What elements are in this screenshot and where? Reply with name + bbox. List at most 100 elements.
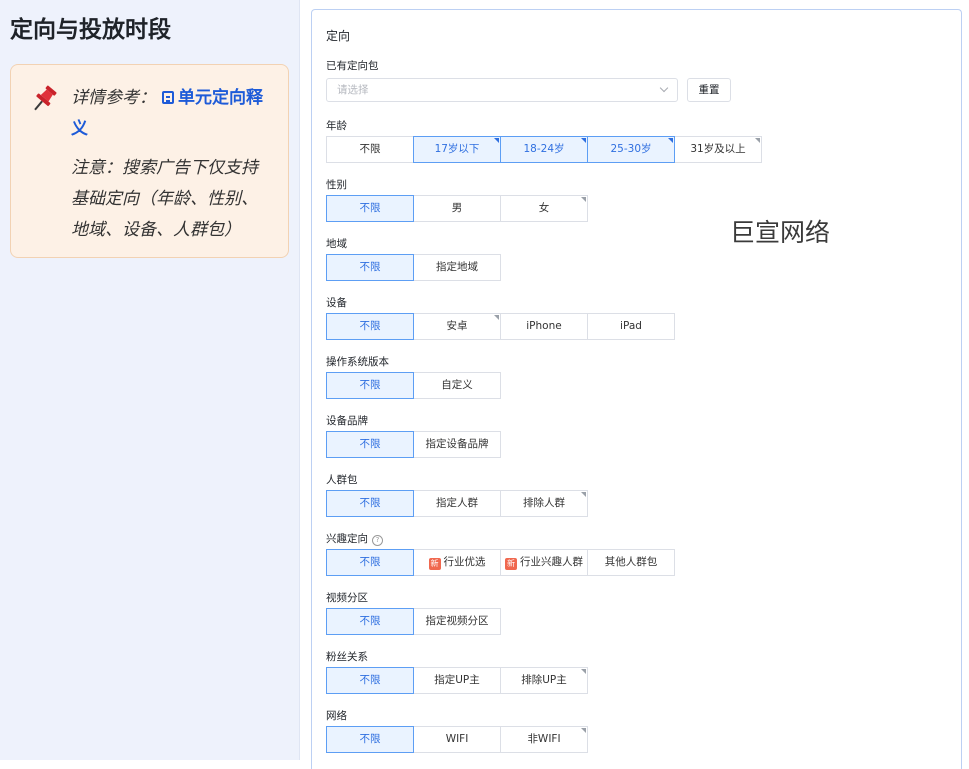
group-label-text: 性别 bbox=[326, 179, 347, 191]
option-button[interactable]: 不限 bbox=[326, 195, 414, 222]
option-button[interactable]: 31岁及以上 bbox=[674, 136, 762, 163]
option-button[interactable]: 指定地域 bbox=[413, 254, 501, 281]
option-button[interactable]: WIFI bbox=[413, 726, 501, 753]
group-label: 年龄 bbox=[326, 118, 347, 133]
option-group: 不限 指定设备品牌 bbox=[326, 431, 501, 458]
option-label: 指定视频分区 bbox=[425, 615, 489, 627]
option-label: 31岁及以上 bbox=[690, 143, 746, 155]
doc-icon bbox=[162, 91, 174, 104]
option-button[interactable]: 男 bbox=[413, 195, 501, 222]
option-button[interactable]: 不限 bbox=[326, 608, 414, 635]
selection-corner-icon bbox=[755, 138, 760, 143]
option-label: 不限 bbox=[359, 143, 381, 155]
left-pane: 定向与投放时段 详情参考： 单元定向释义 注意：搜索广告下仅支持基础定向（年龄、性… bbox=[0, 0, 300, 760]
option-button[interactable]: 排除UP主 bbox=[500, 667, 588, 694]
group-label-text: 年龄 bbox=[326, 120, 347, 132]
option-label: 不限 bbox=[359, 615, 381, 627]
option-group: 不限 男 女 bbox=[326, 195, 588, 222]
package-select[interactable]: 请选择 bbox=[326, 78, 678, 102]
option-label: 自定义 bbox=[441, 379, 473, 391]
option-label: 指定地域 bbox=[436, 261, 478, 273]
option-label: 排除UP主 bbox=[521, 674, 567, 686]
group-label-text: 地域 bbox=[326, 238, 347, 250]
option-button[interactable]: 指定视频分区 bbox=[413, 608, 501, 635]
selection-corner-icon bbox=[494, 315, 499, 320]
option-label: 25-30岁 bbox=[610, 143, 652, 155]
option-label: 不限 bbox=[359, 202, 381, 214]
option-button[interactable]: 女 bbox=[500, 195, 588, 222]
selection-corner-icon bbox=[494, 138, 499, 143]
option-label: 排除人群 bbox=[523, 497, 565, 509]
option-button[interactable]: 不限 bbox=[326, 667, 414, 694]
package-select-placeholder: 请选择 bbox=[337, 84, 369, 96]
group-label-text: 粉丝关系 bbox=[326, 651, 368, 663]
selection-corner-icon bbox=[581, 138, 586, 143]
chevron-down-icon bbox=[659, 83, 669, 93]
pin-icon bbox=[34, 85, 57, 111]
option-button[interactable]: 18-24岁 bbox=[500, 136, 588, 163]
group-label: 地域 bbox=[326, 236, 347, 251]
option-label: iPhone bbox=[526, 320, 562, 332]
option-button[interactable]: 17岁以下 bbox=[413, 136, 501, 163]
option-label: 女 bbox=[538, 202, 550, 214]
option-button[interactable]: iPad bbox=[587, 313, 675, 340]
selection-corner-icon bbox=[581, 197, 586, 202]
option-label: iPad bbox=[620, 320, 642, 332]
option-group: 不限 安卓 iPhone iPad bbox=[326, 313, 675, 340]
package-label: 已有定向包 bbox=[326, 60, 379, 72]
option-button[interactable]: 不限 bbox=[326, 372, 414, 399]
option-button[interactable]: 不限 bbox=[326, 726, 414, 753]
option-button[interactable]: 新行业兴趣人群 bbox=[500, 549, 588, 576]
option-button[interactable]: 指定设备品牌 bbox=[413, 431, 501, 458]
group-label-text: 设备品牌 bbox=[326, 415, 368, 427]
option-label: 不限 bbox=[359, 320, 381, 332]
option-button[interactable]: 新行业优选 bbox=[413, 549, 501, 576]
option-label: 行业优选 bbox=[443, 556, 486, 568]
group-label: 兴趣定向? bbox=[326, 531, 383, 546]
option-button[interactable]: 排除人群 bbox=[500, 490, 588, 517]
group-label-text: 操作系统版本 bbox=[326, 356, 389, 368]
notice-reference: 详情参考： 单元定向释义 bbox=[71, 83, 274, 145]
notice-ref-prefix: 详情参考： bbox=[71, 88, 156, 108]
option-label: 不限 bbox=[359, 497, 381, 509]
help-icon[interactable]: ? bbox=[372, 535, 383, 546]
group-label: 视频分区 bbox=[326, 590, 368, 605]
option-button[interactable]: 25-30岁 bbox=[587, 136, 675, 163]
notice-note: 注意：搜索广告下仅支持基础定向（年龄、性别、地域、设备、人群包） bbox=[71, 158, 258, 240]
option-button[interactable]: 自定义 bbox=[413, 372, 501, 399]
option-button[interactable]: 非WIFI bbox=[500, 726, 588, 753]
option-button[interactable]: 不限 bbox=[326, 136, 414, 163]
option-label: 17岁以下 bbox=[434, 143, 480, 155]
group-label: 设备 bbox=[326, 295, 347, 310]
option-label: 不限 bbox=[359, 438, 381, 450]
selection-corner-icon bbox=[581, 669, 586, 674]
option-button[interactable]: 不限 bbox=[326, 549, 414, 576]
option-button[interactable]: 不限 bbox=[326, 313, 414, 340]
option-group: 不限新行业优选新行业兴趣人群 其他人群包 bbox=[326, 549, 675, 576]
option-label: 不限 bbox=[359, 261, 381, 273]
group-label-text: 兴趣定向 bbox=[326, 533, 368, 545]
notice-box: 详情参考： 单元定向释义 注意：搜索广告下仅支持基础定向（年龄、性别、地域、设备、… bbox=[10, 64, 289, 258]
group-label-text: 设备 bbox=[326, 297, 347, 309]
option-label: 指定人群 bbox=[436, 497, 478, 509]
option-label: 指定设备品牌 bbox=[425, 438, 489, 450]
option-button[interactable]: iPhone bbox=[500, 313, 588, 340]
reset-button[interactable]: 重置 bbox=[687, 78, 731, 102]
group-label: 网络 bbox=[326, 708, 347, 723]
panel-title: 定向 bbox=[326, 29, 351, 43]
option-group: 不限 指定人群 排除人群 bbox=[326, 490, 588, 517]
new-badge: 新 bbox=[505, 558, 517, 570]
option-button[interactable]: 不限 bbox=[326, 431, 414, 458]
option-button[interactable]: 安卓 bbox=[413, 313, 501, 340]
group-label: 性别 bbox=[326, 177, 347, 192]
option-button[interactable]: 其他人群包 bbox=[587, 549, 675, 576]
group-label-text: 人群包 bbox=[326, 474, 358, 486]
option-label: 其他人群包 bbox=[604, 556, 658, 568]
option-button[interactable]: 指定人群 bbox=[413, 490, 501, 517]
option-button[interactable]: 指定UP主 bbox=[413, 667, 501, 694]
option-group: 不限 WIFI 非WIFI bbox=[326, 726, 588, 753]
option-label: 不限 bbox=[359, 379, 381, 391]
option-button[interactable]: 不限 bbox=[326, 490, 414, 517]
option-button[interactable]: 不限 bbox=[326, 254, 414, 281]
option-group: 不限 指定UP主 排除UP主 bbox=[326, 667, 588, 694]
